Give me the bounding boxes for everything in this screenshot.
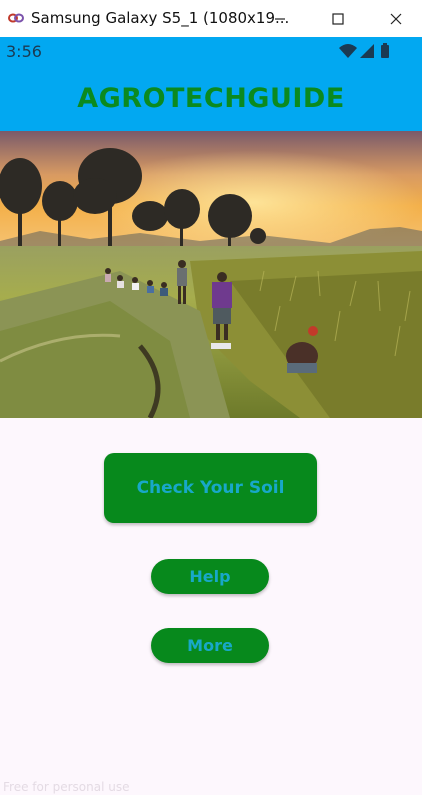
cell-signal-icon xyxy=(360,44,374,58)
window-title: Samsung Galaxy S5_1 (1080x19... xyxy=(31,9,290,27)
rice-field-sunset-image xyxy=(0,131,422,418)
more-button[interactable]: More xyxy=(151,628,269,663)
close-button[interactable] xyxy=(374,0,418,37)
maximize-button[interactable] xyxy=(316,0,360,37)
close-icon xyxy=(390,13,402,24)
hero-image xyxy=(0,131,422,418)
emulator-title-bar: Samsung Galaxy S5_1 (1080x19... xyxy=(0,0,422,37)
status-time: 3:56 xyxy=(6,42,42,61)
link-icon xyxy=(8,13,24,23)
status-icons xyxy=(339,43,389,58)
minimize-icon xyxy=(275,17,285,20)
help-button[interactable]: Help xyxy=(151,559,269,594)
wifi-icon xyxy=(339,44,357,58)
watermark-text: Free for personal use xyxy=(3,780,130,794)
app-title: AGROTECHGUIDE xyxy=(77,82,345,114)
app-header: AGROTECHGUIDE xyxy=(0,65,422,131)
check-soil-button[interactable]: Check Your Soil xyxy=(104,453,317,523)
battery-icon xyxy=(381,43,389,58)
minimize-button[interactable] xyxy=(258,0,302,37)
maximize-icon xyxy=(332,12,344,25)
